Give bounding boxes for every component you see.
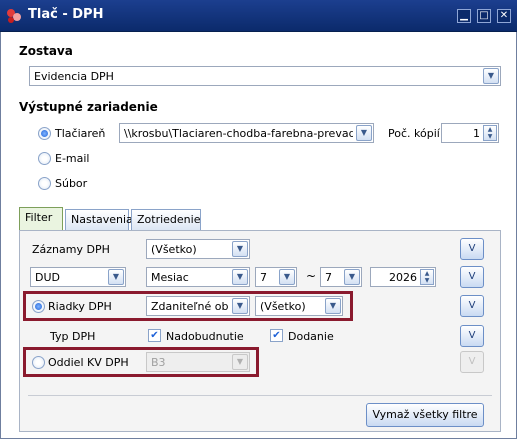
- period-unit-value: Mesiac: [151, 271, 189, 284]
- year-value: 2026: [389, 271, 417, 284]
- copies-stepper[interactable]: 1 ▲ ▼: [441, 123, 499, 143]
- acquisition-label: Nadobudnutie: [166, 330, 244, 343]
- chevron-down-icon[interactable]: ▼: [356, 125, 372, 141]
- stepper-buttons[interactable]: ▲ ▼: [420, 269, 434, 285]
- chevron-down-icon[interactable]: ▼: [325, 298, 341, 314]
- radio-printer-label: Tlačiareň: [55, 127, 106, 140]
- printer-app-icon: [7, 9, 21, 23]
- printer-select[interactable]: \\krosbu\Tlaciaren-chodba-farebna-prevad…: [119, 123, 374, 143]
- rows-type-value: Zdaniteľné obchc: [151, 300, 229, 313]
- records-select[interactable]: (Všetko) ▼: [146, 239, 250, 259]
- minimize-button[interactable]: ▁: [457, 9, 471, 23]
- period-to-select[interactable]: 7 ▼: [320, 267, 362, 287]
- down-arrow-icon[interactable]: ▼: [421, 277, 433, 284]
- chevron-down-icon[interactable]: ▼: [108, 269, 124, 285]
- period-type-value: DUD: [35, 271, 60, 284]
- period-from-value: 7: [260, 271, 267, 284]
- report-select[interactable]: Evidencia DPH ▼: [29, 66, 501, 86]
- year-stepper[interactable]: 2026 ▲ ▼: [370, 267, 436, 287]
- chevron-down-icon[interactable]: ▼: [279, 269, 295, 285]
- period-separator: ~: [306, 269, 317, 283]
- report-select-value: Evidencia DPH: [34, 70, 114, 83]
- records-select-value: (Všetko): [151, 243, 197, 256]
- filter-panel: Záznamy DPH (Všetko) ▼ V DUD ▼ Mesiac ▼ …: [19, 230, 501, 432]
- period-unit-select[interactable]: Mesiac ▼: [146, 267, 250, 287]
- department-v-button: V: [460, 351, 484, 373]
- radio-file[interactable]: [38, 177, 51, 190]
- rows-value-select[interactable]: (Všetko) ▼: [255, 296, 343, 316]
- copies-value: 1: [473, 127, 480, 140]
- period-to-value: 7: [325, 271, 332, 284]
- rows-value: (Všetko): [260, 300, 306, 313]
- acquisition-checkbox[interactable]: ✔: [148, 329, 161, 342]
- rows-type-select[interactable]: Zdaniteľné obchc ▼: [146, 296, 250, 316]
- radio-rows[interactable]: [32, 300, 45, 313]
- radio-department[interactable]: [32, 356, 45, 369]
- delivery-label: Dodanie: [288, 330, 334, 343]
- window-title: Tlač - DPH: [28, 7, 104, 22]
- stepper-buttons[interactable]: ▲ ▼: [483, 125, 497, 141]
- department-value: B3: [151, 356, 166, 369]
- period-from-select[interactable]: 7 ▼: [255, 267, 297, 287]
- radio-email-label: E-mail: [55, 152, 90, 165]
- chevron-down-icon[interactable]: ▼: [483, 68, 499, 84]
- period-type-select[interactable]: DUD ▼: [30, 267, 126, 287]
- records-label: Záznamy DPH: [32, 243, 110, 256]
- up-arrow-icon[interactable]: ▲: [421, 270, 433, 277]
- radio-printer[interactable]: [38, 127, 51, 140]
- records-v-button[interactable]: V: [460, 238, 484, 260]
- dialog-body: Zostava Evidencia DPH ▼ Výstupné zariade…: [0, 32, 517, 439]
- radio-email[interactable]: [38, 152, 51, 165]
- dph-type-label: Typ DPH: [50, 330, 96, 343]
- rows-label: Riadky DPH: [48, 300, 112, 313]
- chevron-down-icon[interactable]: ▼: [232, 241, 248, 257]
- chevron-down-icon[interactable]: ▼: [232, 298, 248, 314]
- printer-select-value: \\krosbu\Tlaciaren-chodba-farebna-prevad…: [124, 127, 353, 140]
- title-bar: Tlač - DPH ▁ □ ✕: [0, 0, 517, 32]
- tab-sorting[interactable]: Zotriedenie: [131, 209, 201, 230]
- chevron-down-icon[interactable]: ▼: [232, 269, 248, 285]
- tab-filter[interactable]: Filter: [19, 207, 63, 231]
- chevron-down-icon: ▼: [232, 354, 248, 370]
- panel-separator: [28, 395, 492, 396]
- department-select: B3 ▼: [146, 352, 250, 372]
- tab-settings[interactable]: Nastavenia: [65, 209, 133, 230]
- down-arrow-icon[interactable]: ▼: [484, 133, 496, 140]
- period-v-button[interactable]: V: [460, 266, 484, 288]
- rows-v-button[interactable]: V: [460, 295, 484, 317]
- output-section-label: Výstupné zariadenie: [19, 100, 158, 114]
- up-arrow-icon[interactable]: ▲: [484, 126, 496, 133]
- report-section-label: Zostava: [19, 44, 73, 58]
- maximize-button[interactable]: □: [477, 9, 491, 23]
- radio-file-label: Súbor: [55, 177, 88, 190]
- clear-filters-button[interactable]: Vymaž všetky filtre: [366, 403, 484, 427]
- delivery-checkbox[interactable]: ✔: [270, 329, 283, 342]
- copies-label: Poč. kópií: [388, 127, 440, 140]
- dph-type-v-button[interactable]: V: [460, 325, 484, 347]
- chevron-down-icon[interactable]: ▼: [344, 269, 360, 285]
- department-label: Oddiel KV DPH: [48, 356, 129, 369]
- close-button[interactable]: ✕: [497, 9, 511, 23]
